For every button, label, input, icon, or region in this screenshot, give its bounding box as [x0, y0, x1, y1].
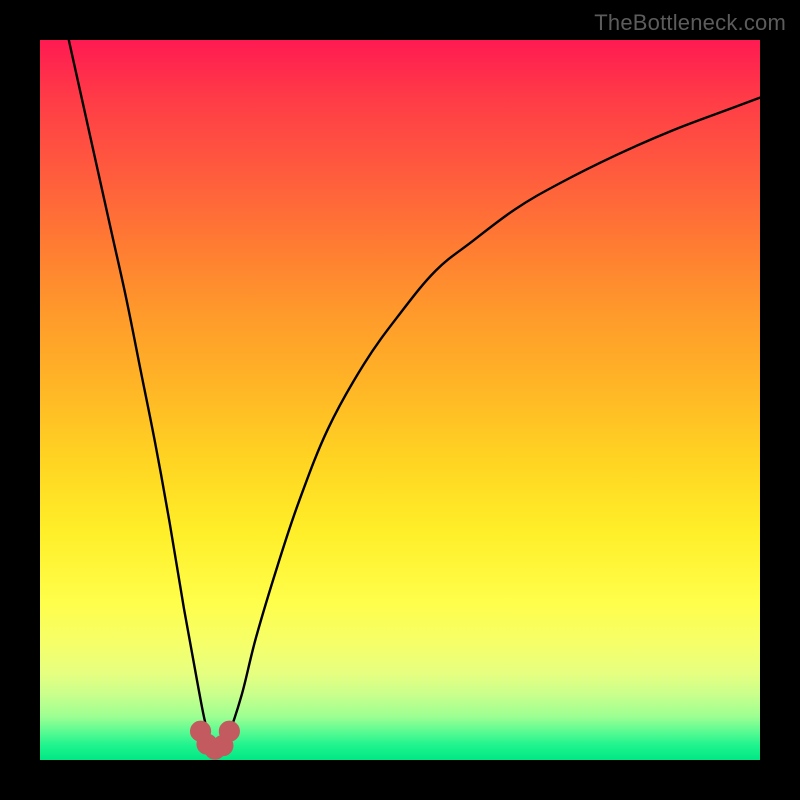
- curve-layer: [40, 40, 760, 760]
- chart-frame: TheBottleneck.com: [0, 0, 800, 800]
- notch-markers: [190, 721, 239, 759]
- plot-area: [40, 40, 760, 760]
- bottleneck-curve: [69, 40, 760, 750]
- notch-marker: [219, 721, 239, 741]
- watermark-text: TheBottleneck.com: [594, 10, 786, 36]
